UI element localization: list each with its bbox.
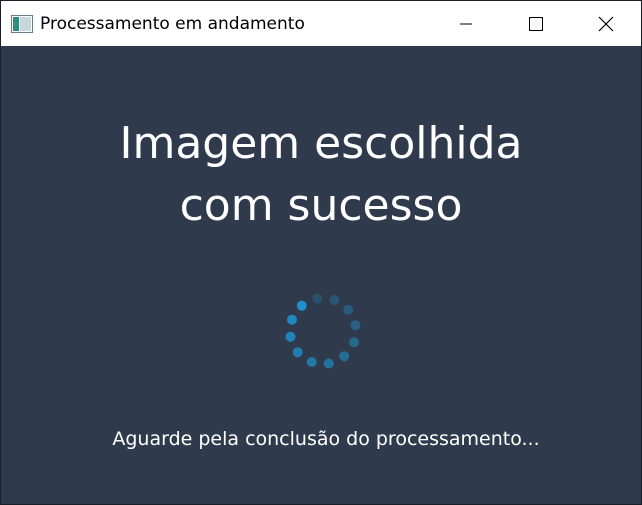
title-bar[interactable]: Processamento em andamento	[1, 1, 641, 46]
processing-window: Processamento em andamento Imagem escolh…	[0, 0, 642, 505]
close-button[interactable]	[571, 1, 641, 46]
app-window-icon	[11, 14, 33, 33]
spinner-dot	[350, 320, 361, 331]
spinner-dot	[312, 293, 323, 304]
window-title: Processamento em andamento	[40, 13, 305, 34]
loading-spinner-icon	[285, 293, 361, 369]
heading-line-2: com sucesso	[179, 180, 463, 231]
minimize-button[interactable]	[431, 1, 501, 46]
maximize-icon	[529, 16, 543, 31]
spinner-dot	[349, 337, 360, 348]
status-message: Aguarde pela conclusão do processamento.…	[112, 428, 540, 450]
minimize-icon	[460, 23, 472, 24]
heading-line-1: Imagem escolhida	[119, 118, 523, 169]
maximize-button[interactable]	[501, 1, 571, 46]
spinner-dot	[343, 304, 354, 315]
success-heading: Imagem escolhida com sucesso	[1, 113, 641, 237]
spinner-dot	[339, 351, 350, 362]
close-icon	[598, 16, 614, 31]
spinner-dot	[286, 314, 297, 325]
spinner-dot	[285, 331, 296, 342]
spinner-dot	[323, 358, 334, 369]
spinner-dot	[329, 294, 340, 305]
spinner-dot	[296, 300, 307, 311]
window-controls	[431, 1, 641, 46]
spinner-dot	[306, 357, 317, 368]
spinner-dot	[292, 347, 303, 358]
